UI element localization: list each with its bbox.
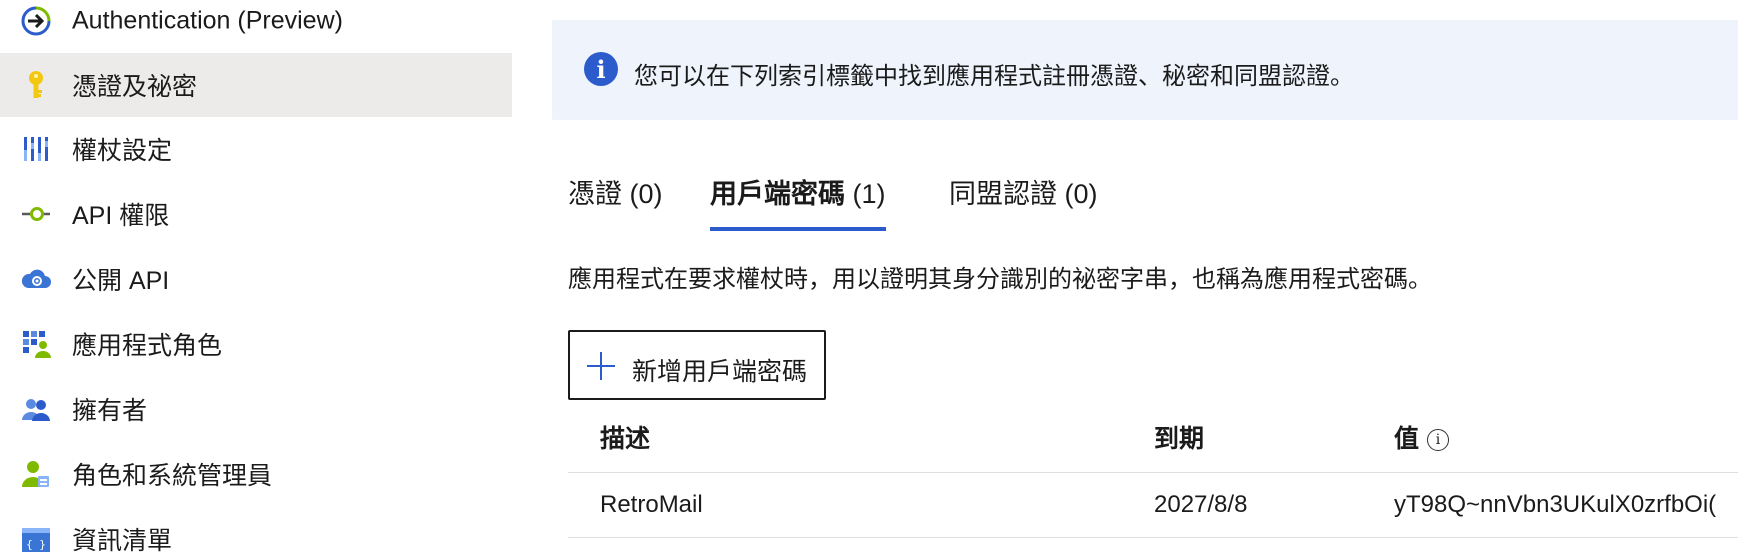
- sidebar-item-app-roles[interactable]: 應用程式角色: [0, 312, 512, 376]
- sidebar-item-authentication[interactable]: Authentication (Preview): [0, 0, 512, 53]
- sidebar-item-label: Authentication (Preview): [72, 6, 343, 35]
- table-header-divider: [568, 472, 1738, 473]
- manifest-icon: { }: [20, 523, 52, 555]
- sidebar-item-label: 憑證及祕密: [72, 73, 198, 101]
- sidebar-item-label: API 權限: [72, 202, 170, 230]
- roles-admins-icon: [20, 458, 52, 490]
- tab-certificates[interactable]: 憑證 (0): [568, 172, 663, 227]
- column-header-value[interactable]: 值i: [1394, 419, 1450, 455]
- table-row-divider: [568, 537, 1738, 538]
- sidebar-item-label: 應用程式角色: [72, 332, 223, 360]
- svg-text:{ }: { }: [26, 538, 46, 551]
- app-roles-grid-icon: [20, 328, 52, 360]
- cell-description: RetroMail: [600, 491, 703, 518]
- owners-users-icon: [20, 393, 52, 425]
- tab-client-secrets[interactable]: 用戶端密碼 (1): [710, 172, 886, 231]
- app-root: Authentication (Preview) 憑證及祕密 權杖設定 API …: [0, 0, 1738, 556]
- tab-federated-credentials[interactable]: 同盟認證 (0): [949, 172, 1098, 227]
- add-client-secret-label: 新增用戶端密碼: [632, 358, 808, 386]
- sidebar-item-label: 角色和系統管理員: [72, 462, 273, 490]
- main-content: i 您可以在下列索引標籤中找到應用程式註冊憑證、秘密和同盟認證。 憑證 (0) …: [512, 0, 1738, 556]
- column-header-description[interactable]: 描述: [600, 419, 650, 455]
- api-permission-icon: [20, 198, 52, 230]
- sidebar-item-expose-api[interactable]: 公開 API: [0, 247, 512, 311]
- tab-description: 應用程式在要求權杖時，用以證明其身分識別的祕密字串，也稱為應用程式密碼。: [568, 266, 1432, 293]
- sidebar-item-label: 資訊清單: [72, 527, 173, 555]
- key-icon: [20, 69, 52, 101]
- sidebar: Authentication (Preview) 憑證及祕密 權杖設定 API …: [0, 0, 512, 556]
- tab-count: (0): [1064, 179, 1098, 209]
- tab-label: 憑證: [568, 179, 622, 209]
- cell-expires: 2027/8/8: [1154, 491, 1248, 518]
- sidebar-item-api-permissions[interactable]: API 權限: [0, 182, 512, 246]
- column-header-expires[interactable]: 到期: [1154, 419, 1204, 455]
- sidebar-item-label: 擁有者: [72, 397, 148, 425]
- cloud-api-icon: [20, 263, 52, 295]
- plus-icon: [586, 351, 616, 381]
- tab-label: 同盟認證: [949, 179, 1057, 209]
- sidebar-item-roles-admins[interactable]: 角色和系統管理員: [0, 442, 512, 506]
- tab-count: (1): [852, 179, 886, 209]
- sidebar-item-label: 權杖設定: [72, 137, 173, 165]
- cell-value[interactable]: yT98Q~nnVbn3UKulX0zrfbOi(: [1394, 491, 1716, 519]
- sidebar-item-label: 公開 API: [72, 267, 170, 295]
- add-client-secret-button[interactable]: 新增用戶端密碼: [568, 330, 826, 400]
- tab-count: (0): [629, 179, 663, 209]
- column-header-value-label: 值: [1394, 425, 1420, 453]
- info-banner-text: 您可以在下列索引標籤中找到應用程式註冊憑證、秘密和同盟認證。: [634, 63, 1354, 90]
- tab-label: 用戶端密碼: [710, 179, 845, 209]
- token-bars-icon: [20, 133, 52, 165]
- authentication-arrow-icon: [20, 5, 52, 37]
- sidebar-item-manifest[interactable]: { } 資訊清單: [0, 507, 512, 556]
- sidebar-item-token-config[interactable]: 權杖設定: [0, 117, 512, 181]
- sidebar-item-owners[interactable]: 擁有者: [0, 377, 512, 441]
- info-icon: i: [584, 52, 618, 86]
- value-info-icon[interactable]: i: [1427, 429, 1450, 451]
- sidebar-item-certificates-secrets[interactable]: 憑證及祕密: [0, 53, 512, 117]
